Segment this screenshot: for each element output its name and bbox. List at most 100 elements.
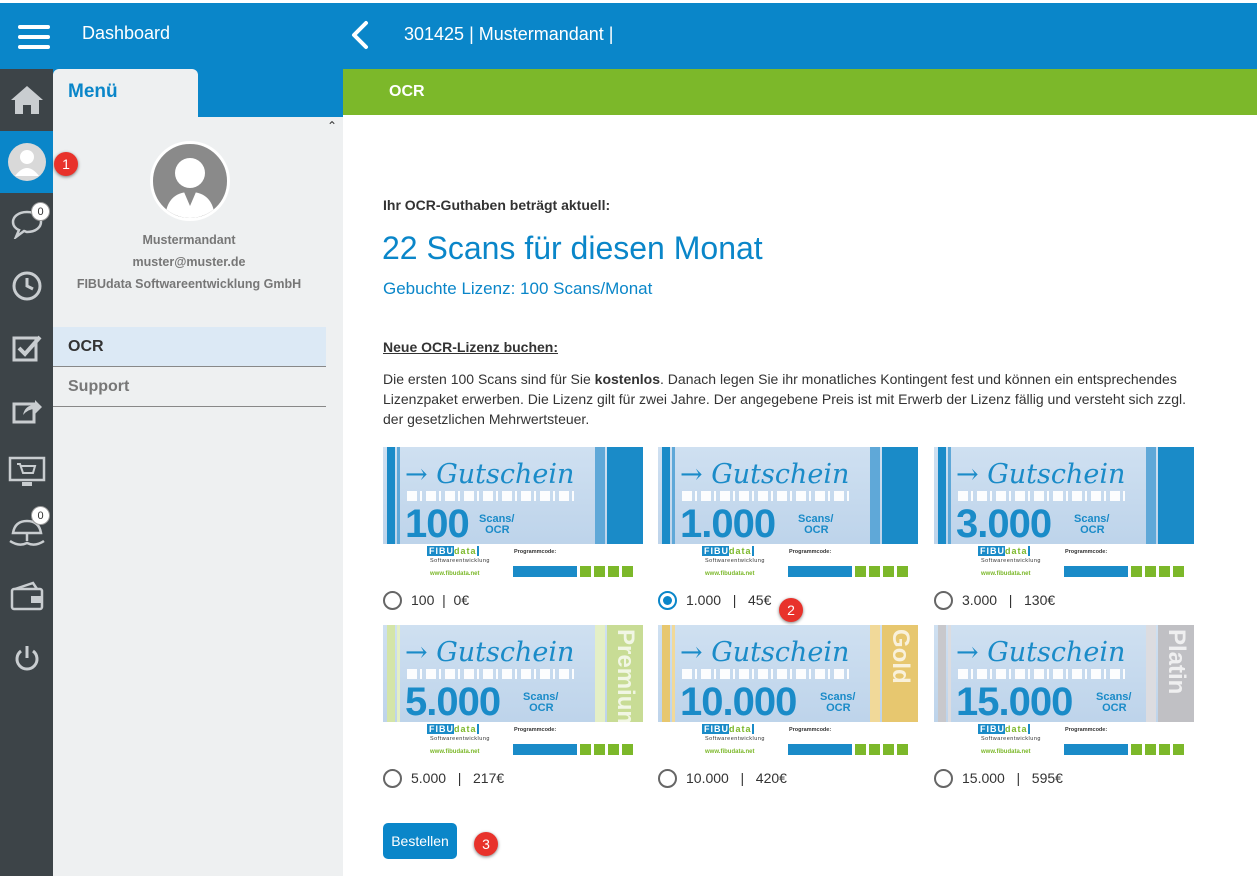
voucher-tier-label: Platin — [1163, 629, 1190, 695]
icon-rail: 0 0 — [0, 69, 53, 876]
voucher-url: www.fibudata.net — [705, 749, 755, 755]
step-marker-2: 2 — [779, 598, 803, 622]
voucher-logo-sub: Softwareentwicklung — [430, 736, 490, 742]
app-title: Dashboard — [82, 23, 171, 43]
voucher-logo-sub: Softwareentwicklung — [705, 736, 765, 742]
menu-item-support[interactable]: Support — [53, 367, 326, 407]
voucher-logo-sub: Softwareentwicklung — [981, 736, 1041, 742]
package-option-label: 5.000 | 217€ — [411, 770, 505, 786]
voucher-program-code: Programmcode: — [789, 549, 832, 555]
client-title: 301425 | Mustermandant | — [404, 24, 614, 44]
fibudata-logo: FIBUdata — [702, 546, 754, 556]
profile-name: Mustermandant — [142, 233, 236, 247]
voucher-logo-sub: Softwareentwicklung — [981, 558, 1041, 564]
share-export-icon[interactable] — [0, 379, 53, 441]
credit-amount: 22 Scans für diesen Monat — [382, 230, 763, 266]
voucher-gutschein: → Gutschein — [956, 637, 1126, 668]
voucher-unit: Scans/ OCR — [798, 513, 834, 536]
chat-badge: 0 — [31, 202, 50, 221]
profile-email: muster@muster.de — [132, 255, 246, 269]
voucher-amount: 1.000 — [680, 502, 776, 546]
voucher-amount: 5.000 — [405, 680, 501, 724]
voucher-program-code: Programmcode: — [514, 727, 557, 733]
menu-panel: ⌃ Mustermandant muster@muster.de FIBUdat… — [53, 117, 343, 876]
voucher-program-code: Programmcode: — [514, 549, 557, 555]
voucher-logo-sub: Softwareentwicklung — [705, 558, 765, 564]
voucher-logo-sub: Softwareentwicklung — [430, 558, 490, 564]
profile-company: FIBUdata Softwareentwicklung GmbH — [76, 277, 302, 291]
voucher-url: www.fibudata.net — [705, 571, 755, 577]
new-license-heading: Neue OCR-Lizenz buchen: — [383, 339, 559, 355]
voucher-unit: Scans/ OCR — [523, 691, 559, 714]
voucher-card-6[interactable]: → Gutschein 15.000 Scans/ OCR FIBUdata Softw… — [934, 625, 1194, 758]
voucher-tier-label: Gold — [887, 629, 914, 684]
avatar — [150, 141, 230, 221]
voucher-gutschein: → Gutschein — [405, 637, 575, 668]
hamburger-menu-icon[interactable] — [18, 25, 50, 49]
package-option-label: 15.000 | 595€ — [962, 770, 1063, 786]
package-option-label: 3.000 | 130€ — [962, 592, 1056, 608]
voucher-unit: Scans/ OCR — [479, 513, 515, 536]
voucher-program-code: Programmcode: — [789, 727, 832, 733]
voucher-amount: 15.000 — [956, 680, 1073, 724]
voucher-url: www.fibudata.net — [981, 749, 1031, 755]
voucher-unit: Scans/ OCR — [1074, 513, 1110, 536]
package-option-label: 10.000 | 420€ — [686, 770, 787, 786]
step-marker-1: 1 — [54, 152, 78, 176]
package-option-2[interactable]: 1.000 | 45€ — [649, 581, 772, 623]
credit-label: Ihr OCR-Guthaben beträgt aktuell: — [383, 197, 611, 213]
package-option-6[interactable]: 15.000 | 595€ — [934, 767, 1063, 789]
package-radio[interactable] — [649, 581, 690, 623]
package-option-4[interactable]: 5.000 | 217€ — [383, 767, 504, 789]
voucher-card-4[interactable]: → Gutschein 5.000 Scans/ OCR FIBUdata Softwa… — [383, 625, 643, 758]
package-radio[interactable] — [383, 590, 402, 610]
package-radio[interactable] — [383, 768, 402, 788]
checkbox-tasks-icon[interactable] — [0, 317, 53, 379]
voucher-unit: Scans/ OCR — [1096, 691, 1132, 714]
voucher-url: www.fibudata.net — [981, 571, 1031, 577]
package-radio[interactable] — [658, 768, 677, 788]
voucher-gutschein: → Gutschein — [680, 637, 850, 668]
voucher-card-1[interactable]: → Gutschein 100 Scans/ OCR FIBUdata Software… — [383, 447, 643, 580]
step-marker-3: 3 — [474, 832, 498, 856]
fibudata-logo: FIBUdata — [702, 724, 754, 734]
package-radio[interactable] — [934, 768, 953, 788]
package-option-1[interactable]: 100 | 0€ — [383, 589, 469, 611]
package-option-5[interactable]: 10.000 | 420€ — [658, 767, 787, 789]
package-option-label: 1.000 | 45€ — [686, 592, 772, 608]
voucher-unit: Scans/ OCR — [820, 691, 856, 714]
order-button[interactable]: Bestellen — [383, 823, 457, 859]
voucher-card-5[interactable]: → Gutschein 10.000 Scans/ OCR FIBUdata Softw… — [658, 625, 918, 758]
fibudata-logo: FIBUdata — [978, 546, 1030, 556]
profile-icon[interactable] — [0, 131, 53, 193]
fibudata-logo: FIBUdata — [978, 724, 1030, 734]
menu-item-ocr[interactable]: OCR — [53, 327, 326, 367]
fibudata-logo: FIBUdata — [427, 724, 479, 734]
voucher-gutschein: → Gutschein — [956, 459, 1126, 490]
menu-tab[interactable]: Menü — [53, 69, 198, 117]
voucher-tier-label: Premium — [612, 629, 639, 732]
voucher-amount: 3.000 — [956, 502, 1052, 546]
section-bar: OCR — [343, 69, 1257, 115]
voucher-amount: 10.000 — [680, 680, 797, 724]
voucher-gutschein: → Gutschein — [680, 459, 850, 490]
top-bar: Dashboard 301425 | Mustermandant | — [0, 0, 1257, 69]
power-logout-icon[interactable] — [0, 627, 53, 689]
voucher-amount: 100 — [405, 502, 470, 546]
wallet-icon[interactable] — [0, 565, 53, 627]
home-icon[interactable] — [0, 69, 53, 131]
voucher-url: www.fibudata.net — [430, 749, 480, 755]
scroll-up-arrow-icon[interactable]: ⌃ — [327, 119, 337, 133]
license-description: Die ersten 100 Scans sind für Sie kosten… — [383, 371, 1187, 427]
monitor-cart-icon[interactable] — [0, 441, 53, 503]
back-arrow-icon[interactable] — [348, 19, 372, 51]
clock-icon[interactable] — [0, 255, 53, 317]
insurance-badge: 0 — [31, 506, 50, 525]
booked-license: Gebuchte Lizenz: 100 Scans/Monat — [383, 279, 653, 298]
voucher-card-3[interactable]: → Gutschein 3.000 Scans/ OCR FIBUdata Softwa… — [934, 447, 1194, 580]
section-title: OCR — [389, 83, 425, 100]
package-option-3[interactable]: 3.000 | 130€ — [934, 589, 1055, 611]
package-radio[interactable] — [934, 590, 953, 610]
voucher-card-2[interactable]: → Gutschein 1.000 Scans/ OCR FIBUdata Softwa… — [658, 447, 918, 580]
voucher-program-code: Programmcode: — [1065, 727, 1108, 733]
